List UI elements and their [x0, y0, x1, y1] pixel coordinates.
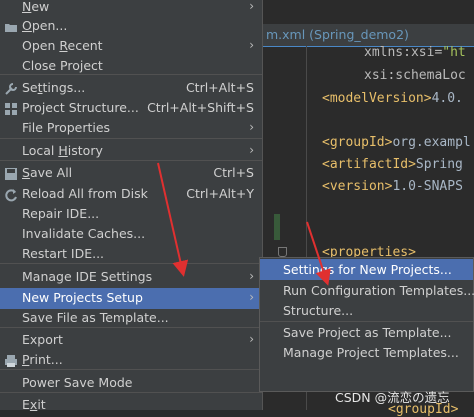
annotation-arrow-menu	[157, 162, 189, 277]
annotation-arrow-submenu	[306, 221, 331, 286]
watermark: CSDN @流恋の遗忘	[335, 390, 450, 405]
annotation-arrows	[157, 162, 331, 286]
